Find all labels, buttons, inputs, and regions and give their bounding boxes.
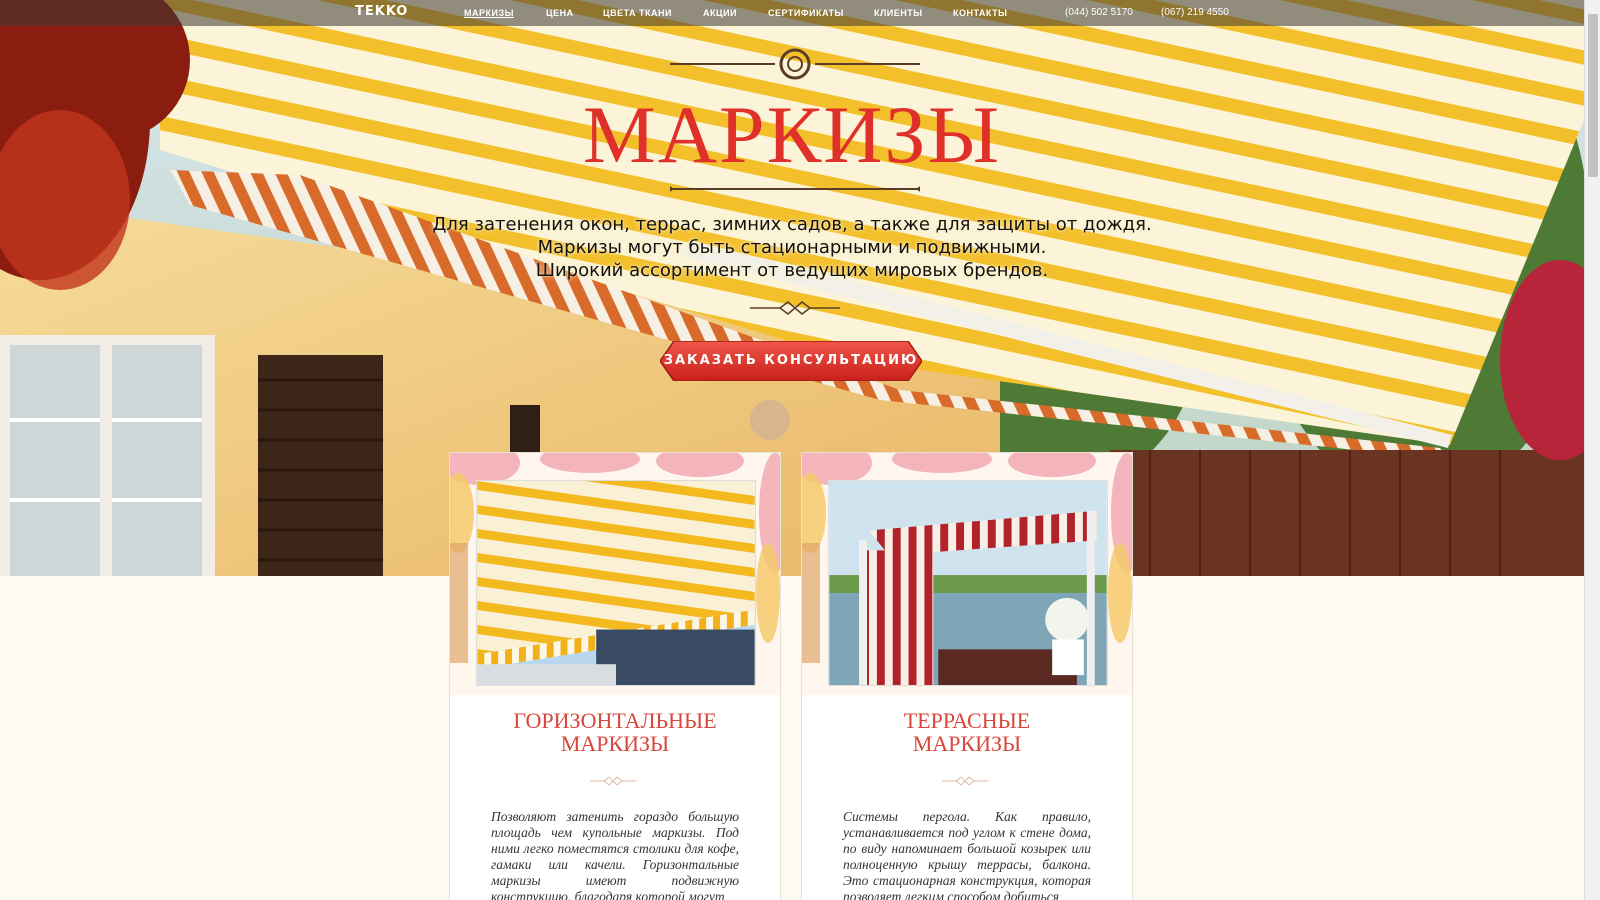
phone-number-1[interactable]: (044) 502 5170 xyxy=(1065,7,1133,18)
card-title-terrace: ТЕРРАСНЫЕ МАРКИЗЫ xyxy=(802,709,1132,755)
page-scrollbar[interactable] xyxy=(1584,0,1600,900)
phone-number-2[interactable]: (067) 219 4550 xyxy=(1161,7,1229,18)
terrace-awning-photo[interactable] xyxy=(828,480,1108,686)
nav-item-contacts[interactable]: КОНТАКТЫ xyxy=(953,8,1007,18)
site-logo[interactable]: TEKKO xyxy=(355,4,408,19)
order-consultation-label: ЗАКАЗАТЬ КОНСУЛЬТАЦИЮ xyxy=(663,353,919,368)
nav-item-certificates[interactable]: СЕРТИФИКАТЫ xyxy=(768,8,844,18)
nav-item-fabric-colors[interactable]: ЦВЕТА ТКАНИ xyxy=(603,8,672,18)
card-description-terrace: Системы пергола. Как правило, устанавлив… xyxy=(843,809,1091,900)
hero-background-image xyxy=(0,0,1584,576)
hero-description-line-1: Для затенения окон, террас, зимних садов… xyxy=(432,214,1152,235)
card-title-line-1: ТЕРРАСНЫЕ xyxy=(903,708,1031,733)
product-card-terrace[interactable]: ТЕРРАСНЫЕ МАРКИЗЫ Системы пергола. Как п… xyxy=(801,452,1133,900)
card-title-line-2: МАРКИЗЫ xyxy=(560,731,670,756)
horizontal-awning-photo[interactable] xyxy=(476,480,756,686)
card-divider-ornament xyxy=(590,776,636,786)
hero-section xyxy=(0,0,1584,576)
nav-item-price[interactable]: ЦЕНА xyxy=(546,8,574,18)
card-title-horizontal: ГОРИЗОНТАЛЬНЫЕ МАРКИЗЫ xyxy=(450,709,780,755)
card-description-horizontal: Позволяют затенить гораздо большую площа… xyxy=(491,809,739,900)
product-card-horizontal[interactable]: ГОРИЗОНТАЛЬНЫЕ МАРКИЗЫ Позволяют затенит… xyxy=(449,452,781,900)
hero-description-line-2: Маркизы могут быть стационарными и подви… xyxy=(537,237,1047,258)
title-bottom-ornament xyxy=(670,186,920,192)
scrollbar-thumb[interactable] xyxy=(1588,14,1598,177)
nav-item-promotions[interactable]: АКЦИИ xyxy=(703,8,737,18)
nav-item-markizy[interactable]: МАРКИЗЫ xyxy=(464,8,514,18)
hero-divider-ornament xyxy=(750,301,840,315)
order-consultation-button[interactable]: ЗАКАЗАТЬ КОНСУЛЬТАЦИЮ xyxy=(660,341,922,381)
top-navigation: TEKKO МАРКИЗЫ ЦЕНА ЦВЕТА ТКАНИ АКЦИИ СЕР… xyxy=(0,0,1584,26)
hero-description: Для затенения окон, террас, зимних садов… xyxy=(0,213,1584,282)
hero-description-line-3: Широкий ассортимент от ведущих мировых б… xyxy=(535,260,1049,281)
card-title-line-2: МАРКИЗЫ xyxy=(912,731,1022,756)
card-divider-ornament xyxy=(942,776,988,786)
title-top-ornament xyxy=(670,48,920,80)
nav-item-clients[interactable]: КЛИЕНТЫ xyxy=(874,8,923,18)
card-title-line-1: ГОРИЗОНТАЛЬНЫЕ xyxy=(513,708,717,733)
page-title: МАРКИЗЫ xyxy=(582,89,1002,180)
